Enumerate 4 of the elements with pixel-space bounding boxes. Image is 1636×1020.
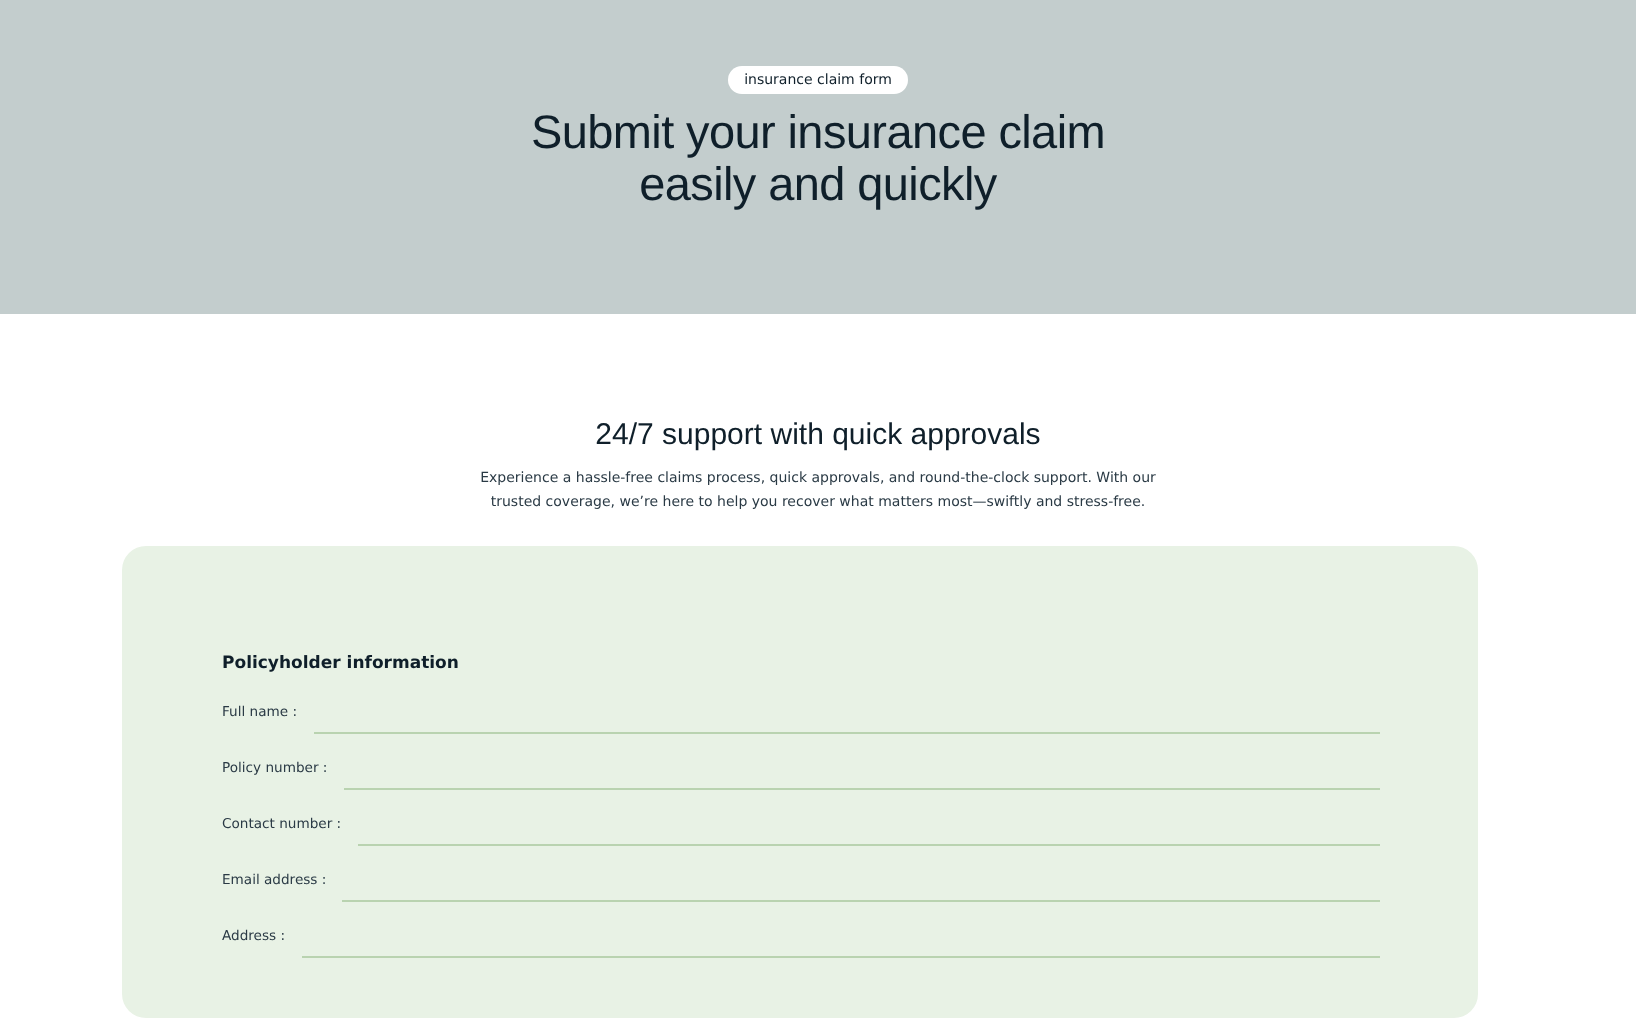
page-title: Submit your insurance claim (530, 106, 1106, 158)
form-section-title: Policyholder information (222, 654, 461, 674)
page-title: easily and quickly (639, 158, 997, 210)
section-heading: 24/7 support with quick approvals (595, 418, 1041, 452)
